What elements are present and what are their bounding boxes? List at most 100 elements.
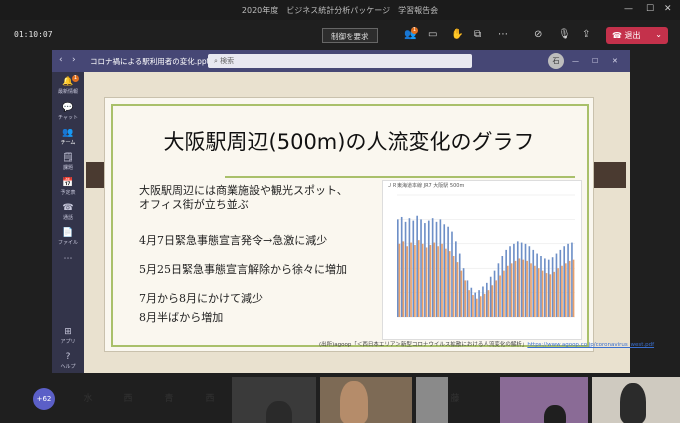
request-control-button[interactable]: 制御を要求 — [322, 28, 378, 43]
caption-link[interactable]: https://www.agoop.co.jp/coronavirus_west… — [527, 342, 654, 348]
chart-bar — [493, 270, 496, 317]
participants-strip: +62 水 西 青 西 藤 — [0, 373, 680, 423]
sidebar-item-files[interactable]: 📄 ファイル — [52, 228, 84, 246]
close-icon[interactable]: ✕ — [612, 57, 618, 65]
chart-bar — [505, 249, 507, 317]
chart-bar — [421, 243, 424, 317]
slide-source-caption: (出所)agoop「＜西日本エリア＞新型コロナウイルス拡散における人流変化の解析… — [319, 340, 654, 348]
chart-bar — [561, 265, 563, 317]
sidebar-item-label: チーム — [60, 140, 76, 146]
chart-bar — [397, 219, 399, 317]
back-icon[interactable]: ‹ — [59, 55, 63, 65]
window-title: 2020年度 ビジネス統計分析パッケージ 学習報告会 — [241, 6, 439, 15]
search-placeholder: 検索 — [220, 57, 235, 65]
minimize-icon[interactable]: — — [624, 4, 633, 14]
chart-bar — [499, 275, 501, 317]
participant-avatar[interactable]: 西 — [117, 388, 139, 410]
calendar-icon: 📅 — [62, 178, 74, 188]
raise-hand-icon[interactable]: ✋ — [451, 29, 463, 40]
chart-bar — [443, 224, 446, 317]
camera-off-icon[interactable]: ⊘ — [534, 29, 542, 40]
chart-bar — [406, 246, 408, 317]
participant-avatar[interactable]: 水 — [77, 388, 99, 410]
share-screen-icon[interactable]: ⇪ — [582, 29, 590, 40]
person-silhouette — [620, 383, 646, 423]
sidebar-item-apps[interactable]: ⊞ アプリ — [52, 327, 84, 345]
chart-bar — [487, 290, 490, 317]
chart-bar — [503, 270, 505, 317]
chart-bar — [528, 246, 531, 317]
leave-button[interactable]: ☎ 退出 ⌄ — [606, 27, 668, 44]
activity-badge: 1 — [72, 75, 79, 82]
chart-bar — [433, 242, 436, 317]
chart-bar — [537, 268, 540, 317]
chart-bar — [553, 271, 556, 317]
chart-bar — [520, 242, 523, 317]
more-options-icon[interactable]: ⋯ — [498, 29, 508, 40]
slide-bullet: 4月7日緊急事態宣言発令→急激に減少 — [139, 234, 328, 247]
chart-bar — [516, 241, 519, 317]
search-input[interactable]: ⌕ 検索 — [208, 54, 472, 68]
chart-bar — [416, 215, 418, 317]
chart-bar — [479, 296, 482, 317]
teams-header: ‹ › コロナ禍による駅利用者の変化.pptx ⌕ 検索 石 — ☐ ✕ — [52, 50, 630, 72]
chart-bar — [567, 243, 569, 317]
chart-bar — [551, 257, 554, 317]
assignment-icon: 🗒 — [62, 153, 74, 163]
chart-bar — [501, 256, 504, 317]
participant-video[interactable] — [320, 377, 412, 423]
chart-bar — [491, 285, 494, 317]
more-apps-icon[interactable]: ⋯ — [52, 254, 84, 264]
slide-right-tab — [592, 162, 626, 188]
participant-avatar[interactable]: 藤 — [444, 388, 466, 410]
chart-bar — [510, 263, 513, 317]
chart-bar — [541, 270, 544, 317]
chart-bar — [458, 253, 461, 317]
chart-bar — [466, 280, 469, 317]
sidebar-item-activity[interactable]: 🔔 最新情報 — [52, 77, 84, 95]
sidebar-item-chat[interactable]: 💬 チャット — [52, 103, 84, 121]
chart-bar — [549, 274, 552, 317]
participant-avatar[interactable]: 青 — [158, 388, 180, 410]
chat-icon[interactable]: ▭ — [428, 29, 437, 40]
chart-bar — [565, 263, 567, 317]
participant-video[interactable] — [232, 377, 316, 423]
chart-bar — [472, 295, 474, 317]
participant-avatar[interactable]: 西 — [199, 388, 221, 410]
user-avatar[interactable]: 石 — [548, 53, 564, 69]
chart-bar — [427, 220, 430, 317]
sidebar-item-team[interactable]: 👥 チーム — [52, 128, 84, 146]
overflow-participants[interactable]: +62 — [33, 388, 55, 410]
maximize-icon[interactable]: ☐ — [592, 57, 598, 65]
close-icon[interactable]: ✕ — [664, 4, 672, 14]
chart-bar — [474, 292, 477, 317]
person-silhouette — [266, 401, 292, 423]
rooms-icon[interactable]: ⧉ — [474, 29, 481, 40]
chart-bar — [568, 260, 571, 317]
chart-bar — [447, 226, 449, 317]
file-icon: 📄 — [62, 228, 74, 238]
participant-video[interactable] — [500, 377, 588, 423]
sidebar-item-assignments[interactable]: 🗒 課題 — [52, 153, 84, 171]
chart-bar — [410, 242, 412, 317]
minimize-icon[interactable]: — — [572, 57, 579, 65]
chart-bar — [470, 287, 473, 317]
sidebar-item-label: アプリ — [60, 339, 76, 345]
sidebar-item-label: 最新情報 — [57, 89, 78, 95]
chart-bar — [497, 263, 500, 317]
forward-icon[interactable]: › — [72, 55, 76, 65]
sidebar-item-calls[interactable]: ☎ 通話 — [52, 203, 84, 221]
sidebar-item-calendar[interactable]: 📅 予定表 — [52, 178, 84, 196]
chart-bar — [572, 259, 575, 317]
sidebar-item-label: チャット — [58, 115, 78, 121]
maximize-icon[interactable]: ☐ — [646, 4, 654, 14]
bell-icon: 🔔 — [62, 77, 74, 87]
chart-bar — [563, 246, 566, 317]
chart-bar — [435, 221, 438, 317]
chart-bar — [424, 223, 426, 317]
mic-off-icon[interactable]: 🎙 — [558, 29, 571, 40]
chart-bar — [400, 216, 403, 317]
participant-video[interactable] — [592, 377, 680, 423]
sidebar-item-help[interactable]: ? ヘルプ — [52, 352, 84, 370]
leave-label: 退出 — [624, 31, 641, 40]
